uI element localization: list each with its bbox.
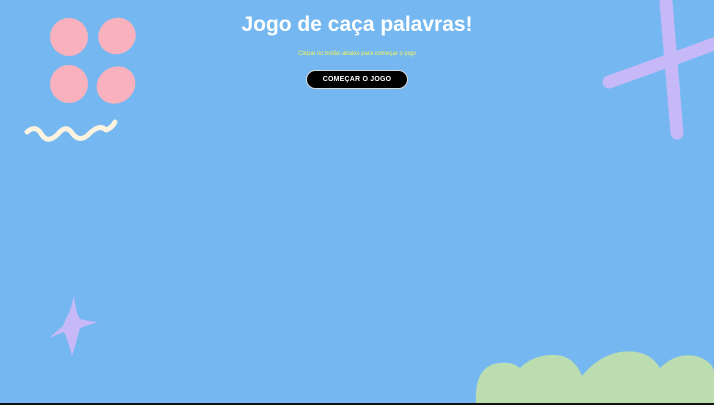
- game-title: Jogo de caça palavras!: [241, 13, 473, 36]
- green-bush-icon: [475, 351, 714, 403]
- cream-squiggle-icon: [24, 119, 118, 142]
- start-game-button[interactable]: COMEÇAR O JOGO: [306, 70, 408, 89]
- purple-sparkle-icon: [49, 296, 98, 356]
- background-decorations: [24, 0, 714, 403]
- game-instructions: Clique no botão abaixo para começar o jo…: [298, 51, 416, 57]
- game-screen: Jogo de caça palavras! Clique no botão a…: [0, 0, 714, 403]
